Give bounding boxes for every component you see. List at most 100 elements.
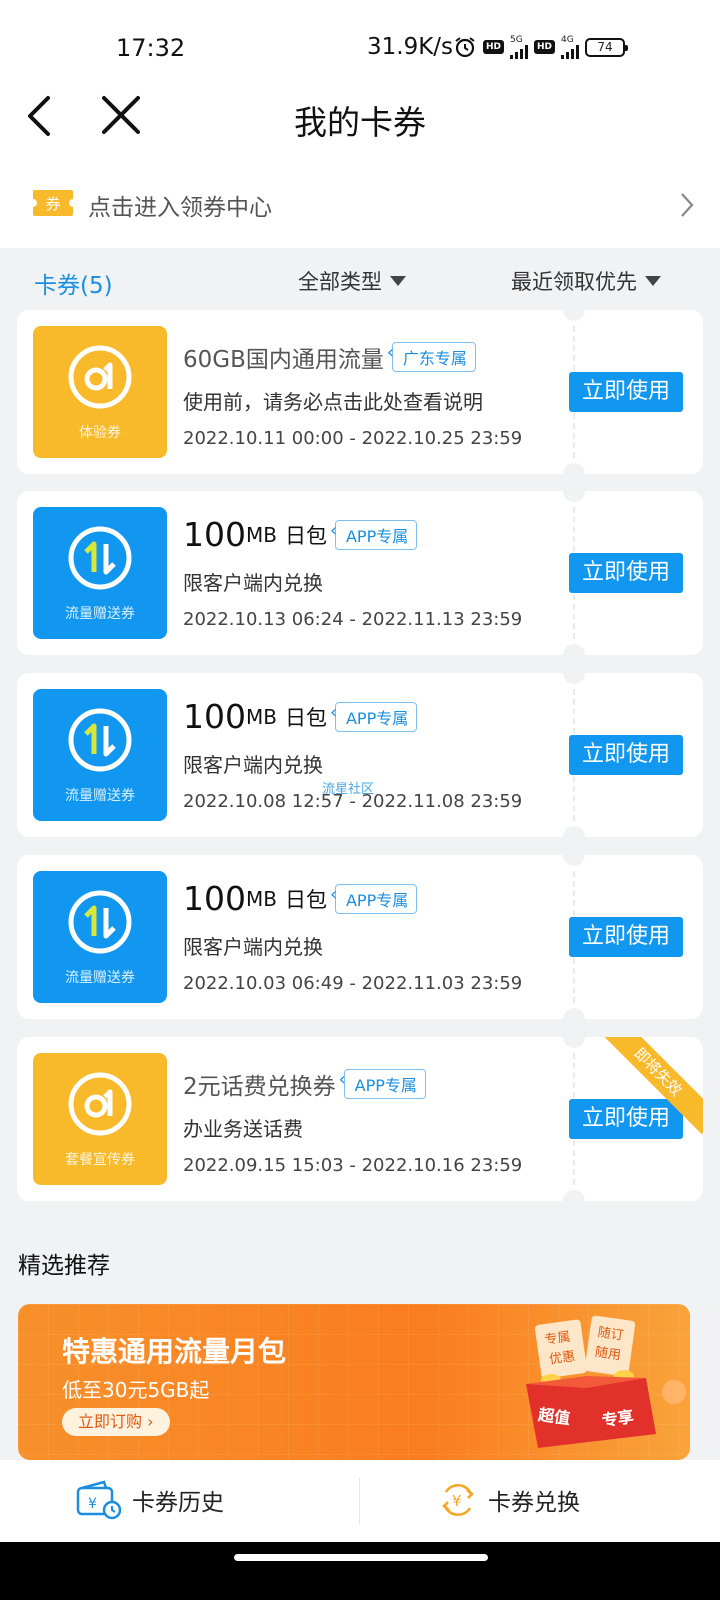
- coupon-unit: MB: [246, 704, 277, 729]
- coupon-thumbnail: 流量赠送券: [33, 871, 167, 1003]
- network-type: 5G: [510, 34, 523, 45]
- signal-icon: 4G: [561, 34, 580, 59]
- network-speed: 31.9K/s: [367, 34, 454, 60]
- coupon-center-entry[interactable]: 券 点击进入领券中心: [0, 166, 720, 248]
- coupon-exchange-button[interactable]: ¥ 卡券兑换: [438, 1480, 580, 1520]
- coupon-period: 日包: [284, 523, 327, 548]
- thumbnail-label: 流量赠送券: [65, 606, 135, 622]
- watermark: 流星社区: [322, 782, 375, 797]
- use-now-button[interactable]: 立即使用: [569, 372, 683, 412]
- coupon-unit: MB: [246, 886, 277, 911]
- use-now-button[interactable]: 立即使用: [569, 1099, 683, 1139]
- coupon-history-button[interactable]: ¥ 卡券历史: [76, 1480, 224, 1520]
- dropdown-arrow-icon: [390, 276, 406, 286]
- coupon-description: 办业务送话费: [183, 1117, 303, 1141]
- coupon-thumbnail: 体验券: [33, 326, 167, 458]
- use-now-button[interactable]: 立即使用: [569, 735, 683, 775]
- coupon-validity: 2022.10.13 06:24 - 2022.11.13 23:59: [183, 609, 523, 630]
- data-transfer-icon: [68, 890, 132, 954]
- recommend-section-title: 精选推荐: [18, 1253, 110, 1279]
- thumbnail-label: 流量赠送券: [65, 970, 135, 986]
- coupon-history-label: 卡券历史: [132, 1490, 224, 1516]
- hd-badge: HD: [483, 40, 505, 54]
- coupon-exchange-label: 卡券兑换: [488, 1490, 580, 1516]
- wallet-clock-icon: ¥: [76, 1480, 122, 1520]
- nav-bar: 我的卡券: [0, 92, 720, 166]
- banner-title: 特惠通用流量月包: [62, 1335, 287, 1368]
- use-now-button[interactable]: 立即使用: [569, 917, 683, 957]
- coupon-title: 100 MB 日包 APP专属: [183, 879, 418, 918]
- dropdown-arrow-icon: [645, 276, 661, 286]
- use-now-button[interactable]: 立即使用: [569, 553, 683, 593]
- coupon-description: 限客户端内兑换: [183, 571, 323, 595]
- banner-order-button[interactable]: 立即订购 ›: [62, 1408, 170, 1436]
- thumbnail-label: 流量赠送券: [65, 788, 135, 804]
- data-transfer-icon: [68, 526, 132, 590]
- home-indicator[interactable]: [234, 1554, 488, 1561]
- coupon-card[interactable]: 流量赠送券 100 MB 日包 APP专属 限客户端内兑换 2022.10.08…: [17, 673, 703, 837]
- data-transfer-icon: [68, 708, 132, 772]
- chevron-right-icon: [681, 193, 694, 217]
- coupon-title-text: 60GB国内通用流量: [183, 347, 384, 373]
- coupon-title: 2元话费兑换券 APP专属: [183, 1067, 426, 1101]
- type-filter-label: 全部类型: [298, 270, 382, 294]
- coupon-center-label: 点击进入领券中心: [88, 195, 272, 221]
- experience-coupon-icon: [68, 345, 132, 409]
- coupon-amount: 100: [183, 879, 246, 918]
- coupon-tag: APP专属: [330, 519, 418, 550]
- network-type: 4G: [561, 34, 574, 45]
- coupon-count-tab[interactable]: 卡券(5): [34, 266, 113, 300]
- bottom-bar-divider: [359, 1478, 360, 1524]
- coupon-ticket-icon: 券: [33, 190, 73, 216]
- coupon-amount: 100: [183, 515, 246, 554]
- coupon-card[interactable]: 流量赠送券 100 MB 日包 APP专属 限客户端内兑换 2022.10.03…: [17, 855, 703, 1019]
- coupon-tag: 广东专属: [387, 342, 476, 372]
- gift-box-coins-illustration: 专属 优惠 随订 随用 超值 专享: [526, 1315, 686, 1448]
- sort-dropdown[interactable]: 最近领取优先: [511, 266, 661, 296]
- coupon-validity: 2022.09.15 15:03 - 2022.10.16 23:59: [183, 1155, 523, 1176]
- battery-level: 74: [597, 40, 613, 54]
- package-coupon-icon: [68, 1072, 132, 1136]
- filter-bar: 卡券(5) 全部类型 最近领取优先: [0, 248, 720, 314]
- coupon-thumbnail: 套餐宣传券: [33, 1053, 167, 1185]
- banner-subtitle: 低至30元5GB起: [62, 1378, 210, 1402]
- coupon-card[interactable]: 套餐宣传券 2元话费兑换券 APP专属 办业务送话费 2022.09.15 15…: [17, 1037, 703, 1201]
- status-icons: HD 5G HD 4G 74: [453, 34, 629, 60]
- bottom-bar: ¥ 卡券历史 ¥ 卡券兑换: [0, 1460, 720, 1542]
- thumbnail-label: 体验券: [79, 425, 121, 441]
- coupon-period: 日包: [284, 887, 327, 912]
- thumbnail-label: 套餐宣传券: [65, 1152, 135, 1168]
- alarm-icon: [455, 37, 475, 58]
- coupon-description: 限客户端内兑换: [183, 935, 323, 959]
- coupon-description: 限客户端内兑换: [183, 753, 323, 777]
- coupon-title: 60GB国内通用流量 广东专属: [183, 340, 476, 374]
- promo-banner[interactable]: 特惠通用流量月包 低至30元5GB起 立即订购 › 专属 优惠 随订 随用 超值…: [18, 1304, 690, 1460]
- coupon-title: 100 MB 日包 APP专属: [183, 697, 418, 736]
- coupon-unit: MB: [246, 522, 277, 547]
- type-filter-dropdown[interactable]: 全部类型: [298, 266, 406, 296]
- coupon-description[interactable]: 使用前，请务必点击此处查看说明: [183, 386, 483, 415]
- coupon-tag: APP专属: [330, 883, 418, 914]
- coupon-period: 日包: [284, 705, 327, 730]
- coupon-thumbnail: 流量赠送券: [33, 689, 167, 821]
- signal-icon: 5G: [510, 34, 529, 59]
- coupon-validity: 2022.10.03 06:49 - 2022.11.03 23:59: [183, 973, 523, 994]
- coupon-card[interactable]: 体验券 60GB国内通用流量 广东专属 使用前，请务必点击此处查看说明 2022…: [17, 310, 703, 474]
- coupon-title-text: 2元话费兑换券: [183, 1074, 336, 1100]
- coupon-thumbnail: 流量赠送券: [33, 507, 167, 639]
- gesture-bar: [0, 1542, 720, 1600]
- hd-badge: HD: [534, 40, 556, 54]
- coupon-title: 100 MB 日包 APP专属: [183, 515, 418, 554]
- coupon-card[interactable]: 流量赠送券 100 MB 日包 APP专属 限客户端内兑换 2022.10.13…: [17, 491, 703, 655]
- sort-label: 最近领取优先: [511, 270, 637, 294]
- svg-text:¥: ¥: [88, 1496, 97, 1512]
- status-bar: 17:32 31.9K/s HD 5G HD 4G 74: [0, 0, 720, 92]
- page-title: 我的卡券: [294, 103, 426, 142]
- coupon-tag: APP专属: [339, 1069, 426, 1099]
- svg-text:¥: ¥: [452, 1492, 462, 1510]
- coupon-tag: APP专属: [330, 701, 418, 732]
- status-time: 17:32: [116, 34, 186, 62]
- coupon-amount: 100: [183, 697, 246, 736]
- battery-icon: 74: [585, 37, 629, 57]
- coupon-icon-text: 券: [45, 195, 60, 213]
